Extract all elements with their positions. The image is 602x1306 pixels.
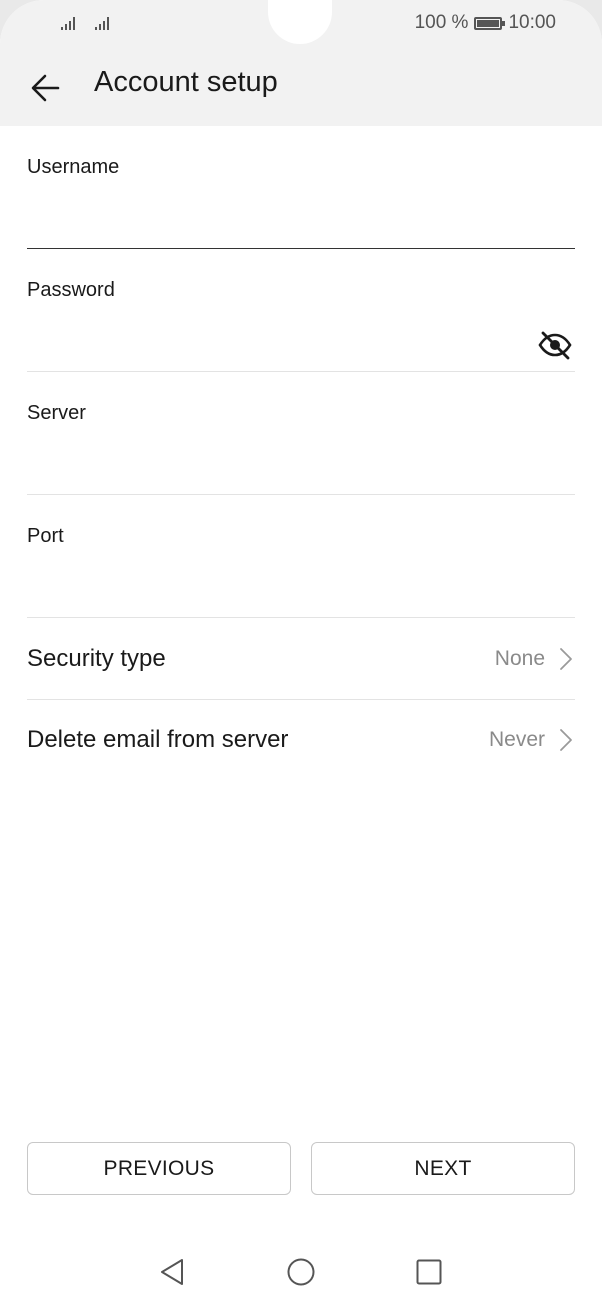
- status-right: 100 % 10:00: [415, 12, 556, 34]
- port-label: Port: [27, 525, 64, 547]
- security-type-label: Security type: [27, 645, 166, 672]
- arrow-left-icon[interactable]: [26, 68, 66, 108]
- signal-icon: [61, 17, 75, 30]
- triangle-back-icon[interactable]: [158, 1256, 188, 1288]
- username-label: Username: [27, 156, 120, 178]
- clock: 10:00: [508, 12, 556, 33]
- delete-email-value: Never: [488, 728, 545, 751]
- security-type-row[interactable]: Security type None: [27, 619, 575, 700]
- port-input[interactable]: [27, 563, 531, 605]
- battery-icon: [474, 16, 506, 30]
- port-field: Port: [27, 495, 575, 618]
- battery-percent: 100 %: [414, 12, 469, 33]
- chevron-right-icon: [560, 648, 572, 670]
- previous-button[interactable]: PREVIOUS: [27, 1142, 291, 1195]
- phone-screen: 100 % 10:00 Account setup Username Passw…: [0, 0, 602, 1306]
- app-bar: Account setup: [0, 48, 602, 126]
- password-label: Password: [27, 279, 115, 301]
- next-button[interactable]: NEXT: [311, 1142, 575, 1195]
- page-title: Account setup: [94, 66, 278, 98]
- delete-email-row[interactable]: Delete email from server Never: [27, 700, 575, 781]
- username-field: Username: [27, 126, 575, 249]
- server-field: Server: [27, 372, 575, 495]
- square-recents-icon[interactable]: [414, 1256, 444, 1288]
- signal-icon: [95, 17, 109, 30]
- username-input[interactable]: [27, 194, 531, 236]
- system-nav-bar: [0, 1240, 602, 1306]
- password-input[interactable]: [27, 317, 491, 359]
- security-type-value: None: [494, 647, 545, 670]
- password-field: Password: [27, 249, 575, 372]
- server-input[interactable]: [27, 440, 531, 482]
- camera-notch: [268, 0, 332, 44]
- chevron-right-icon: [560, 729, 572, 751]
- delete-email-label: Delete email from server: [27, 726, 289, 753]
- server-label: Server: [27, 402, 86, 424]
- circle-home-icon[interactable]: [286, 1256, 316, 1288]
- eye-off-icon[interactable]: [537, 329, 573, 361]
- status-bar: 100 % 10:00: [0, 0, 602, 48]
